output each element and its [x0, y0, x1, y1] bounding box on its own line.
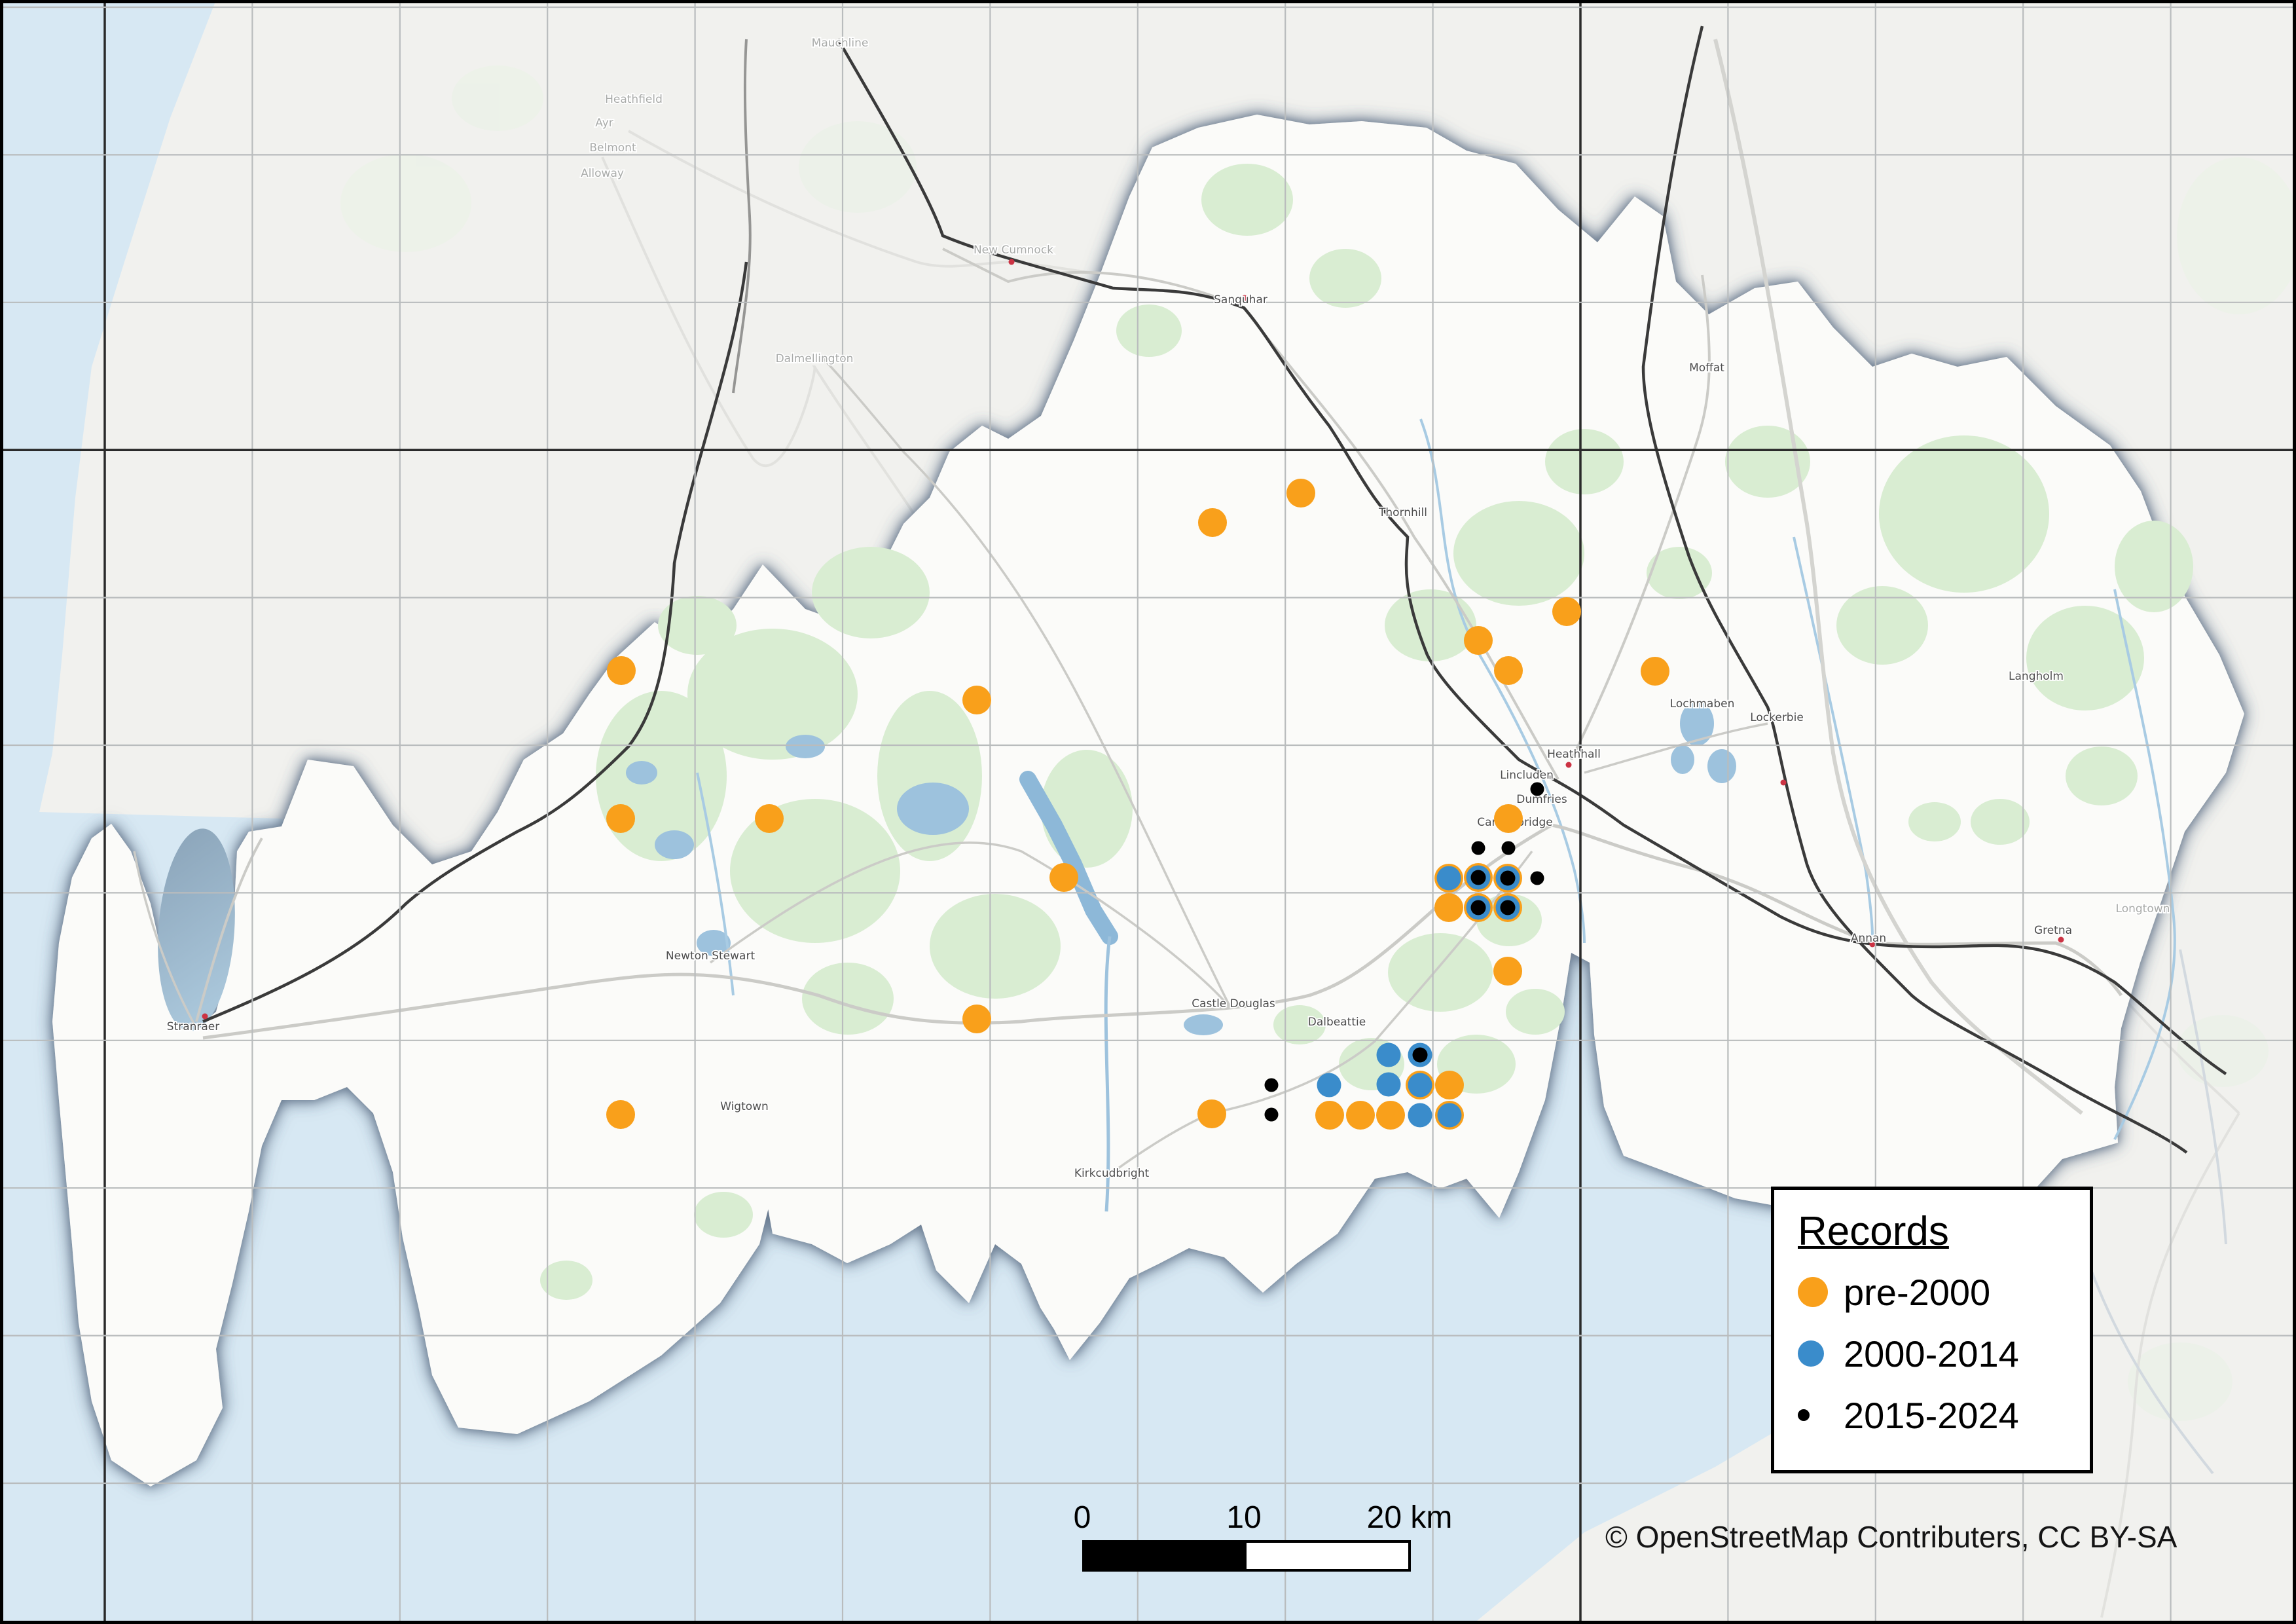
- town-label-lochmaben: Lochmaben: [1670, 697, 1735, 710]
- record-dot-2000-2014: [1317, 1073, 1341, 1098]
- town-label-thornhill: Thornhill: [1378, 506, 1427, 519]
- map-export-canvas: Stranraer Newton Stewart Wigtown Kirkcudbri…: [0, 0, 2296, 1624]
- legend-title: Records: [1798, 1208, 2090, 1255]
- railway-station-dot: [1009, 259, 1015, 265]
- record-dot-pre-2000: [1198, 508, 1227, 537]
- record-dot-2015-2024: [1472, 841, 1485, 855]
- scale-bar: 0 10 20 km: [1082, 1500, 1406, 1572]
- town-label-lockerbie: Lockerbie: [1750, 711, 1804, 724]
- town-label-langholm: Langholm: [2009, 670, 2064, 683]
- record-dot-pre-2000: [607, 656, 636, 685]
- town-label-belmont: Belmont: [589, 141, 636, 155]
- town-label-heathfield: Heathfield: [605, 93, 663, 106]
- scale-bar-graphic: [1082, 1540, 1411, 1572]
- record-dot-pre-2000: [606, 1100, 635, 1129]
- railway-station-dot: [202, 1014, 208, 1020]
- record-dot-2000-2014: [1377, 1073, 1401, 1097]
- legend-row-2015-2024: 2015-2024: [1798, 1384, 2090, 1446]
- record-dot-pre-2000: [1464, 626, 1493, 655]
- town-label-lincluden: Lincluden: [1500, 769, 1554, 782]
- legend-box: Records pre-2000 2000-2014 2015-2024: [1771, 1187, 2093, 1473]
- record-dot-2015-2024: [1413, 1048, 1428, 1063]
- scale-bar-segment-filled: [1085, 1543, 1247, 1569]
- town-label-longtown: Longtown: [2116, 902, 2170, 915]
- record-dot-pre-2000: [1346, 1101, 1375, 1130]
- record-dot-2015-2024: [1471, 900, 1486, 915]
- record-dot-pre-2000: [1197, 1099, 1226, 1128]
- record-dot-pre-2000: [1286, 479, 1315, 507]
- town-label-stranraer: Stranraer: [167, 1020, 220, 1033]
- record-dot-pre-2000: [1641, 657, 1669, 686]
- record-dot-2015-2024: [1265, 1079, 1279, 1092]
- record-dot-pre-2000: [1435, 1071, 1464, 1099]
- record-dot-pre-2000: [1493, 957, 1522, 986]
- town-label-dalmellington: Dalmellington: [776, 352, 854, 365]
- town-label-heathhall: Heathhall: [1547, 748, 1601, 761]
- town-label-gretna: Gretna: [2034, 924, 2072, 937]
- town-label-mauchline: Mauchline: [812, 37, 869, 50]
- record-dot-pre-2000: [1552, 597, 1581, 626]
- record-dot-pre-2000: [962, 1005, 991, 1033]
- scale-label-0: 0: [1074, 1500, 1091, 1536]
- record-dot-2015-2024: [1531, 872, 1544, 885]
- record-dot-pre-2000: [962, 686, 991, 714]
- town-label-dumfries: Dumfries: [1516, 793, 1567, 806]
- record-dot-pre-2000: [755, 804, 784, 833]
- railway-station-dot: [1781, 780, 1787, 786]
- pre-2000-dot-icon: [1798, 1277, 1828, 1307]
- legend-label-pre2000: pre-2000: [1844, 1271, 1990, 1314]
- 2000-2014-dot-icon: [1798, 1340, 1824, 1367]
- legend-label-2015-2024: 2015-2024: [1844, 1394, 2019, 1437]
- 2015-2024-dot-icon: [1798, 1409, 1810, 1421]
- record-dot-pre-2000: [1434, 893, 1463, 922]
- record-dot-pre-2000: [1049, 863, 1078, 892]
- record-dot-2000-2014: [1408, 1073, 1432, 1098]
- town-label-annan: Annan: [1851, 932, 1886, 945]
- town-label-castle-douglas: Castle Douglas: [1192, 997, 1275, 1010]
- town-label-kirkcudbright: Kirkcudbright: [1074, 1167, 1150, 1180]
- town-label-new-cumnock: New Cumnock: [974, 244, 1053, 257]
- record-dot-2015-2024: [1501, 871, 1516, 886]
- record-dot-pre-2000: [606, 804, 635, 833]
- railway-station-dot: [1566, 762, 1572, 768]
- scale-bar-segment-empty: [1247, 1543, 1408, 1569]
- town-label-newton-stewart: Newton Stewart: [666, 950, 756, 963]
- scale-bar-labels: 0 10 20 km: [1082, 1500, 1406, 1540]
- legend-row-2000-2014: 2000-2014: [1798, 1323, 2090, 1384]
- record-dot-2015-2024: [1531, 783, 1544, 796]
- record-dot-2000-2014: [1408, 1103, 1432, 1128]
- town-label-wigtown: Wigtown: [720, 1100, 769, 1113]
- record-dot-2000-2014: [1377, 1043, 1401, 1067]
- record-dot-2015-2024: [1471, 870, 1486, 885]
- town-label-dalbeattie: Dalbeattie: [1308, 1016, 1366, 1029]
- record-dot-2000-2014: [1438, 1103, 1462, 1128]
- town-label-ayr: Ayr: [595, 117, 613, 130]
- record-dot-pre-2000: [1494, 804, 1523, 833]
- scale-label-20km: 20 km: [1367, 1500, 1453, 1536]
- town-label-alloway: Alloway: [581, 167, 624, 180]
- legend-row-pre2000: pre-2000: [1798, 1261, 2090, 1323]
- record-dot-2015-2024: [1501, 900, 1516, 915]
- record-dot-pre-2000: [1315, 1101, 1344, 1130]
- town-label-sanquhar: Sanquhar: [1214, 293, 1267, 306]
- railway-station-dot: [2058, 937, 2064, 943]
- record-dot-2015-2024: [1502, 841, 1516, 855]
- scale-label-10: 10: [1226, 1500, 1261, 1536]
- record-dot-pre-2000: [1494, 656, 1523, 685]
- record-dot-pre-2000: [1376, 1101, 1405, 1130]
- attribution-text: © OpenStreetMap Contributers, CC BY-SA: [1605, 1519, 2177, 1555]
- record-dot-2015-2024: [1265, 1108, 1279, 1122]
- town-label-moffat: Moffat: [1689, 361, 1724, 375]
- legend-label-2000-2014: 2000-2014: [1844, 1333, 2019, 1375]
- record-dot-2000-2014: [1437, 866, 1461, 891]
